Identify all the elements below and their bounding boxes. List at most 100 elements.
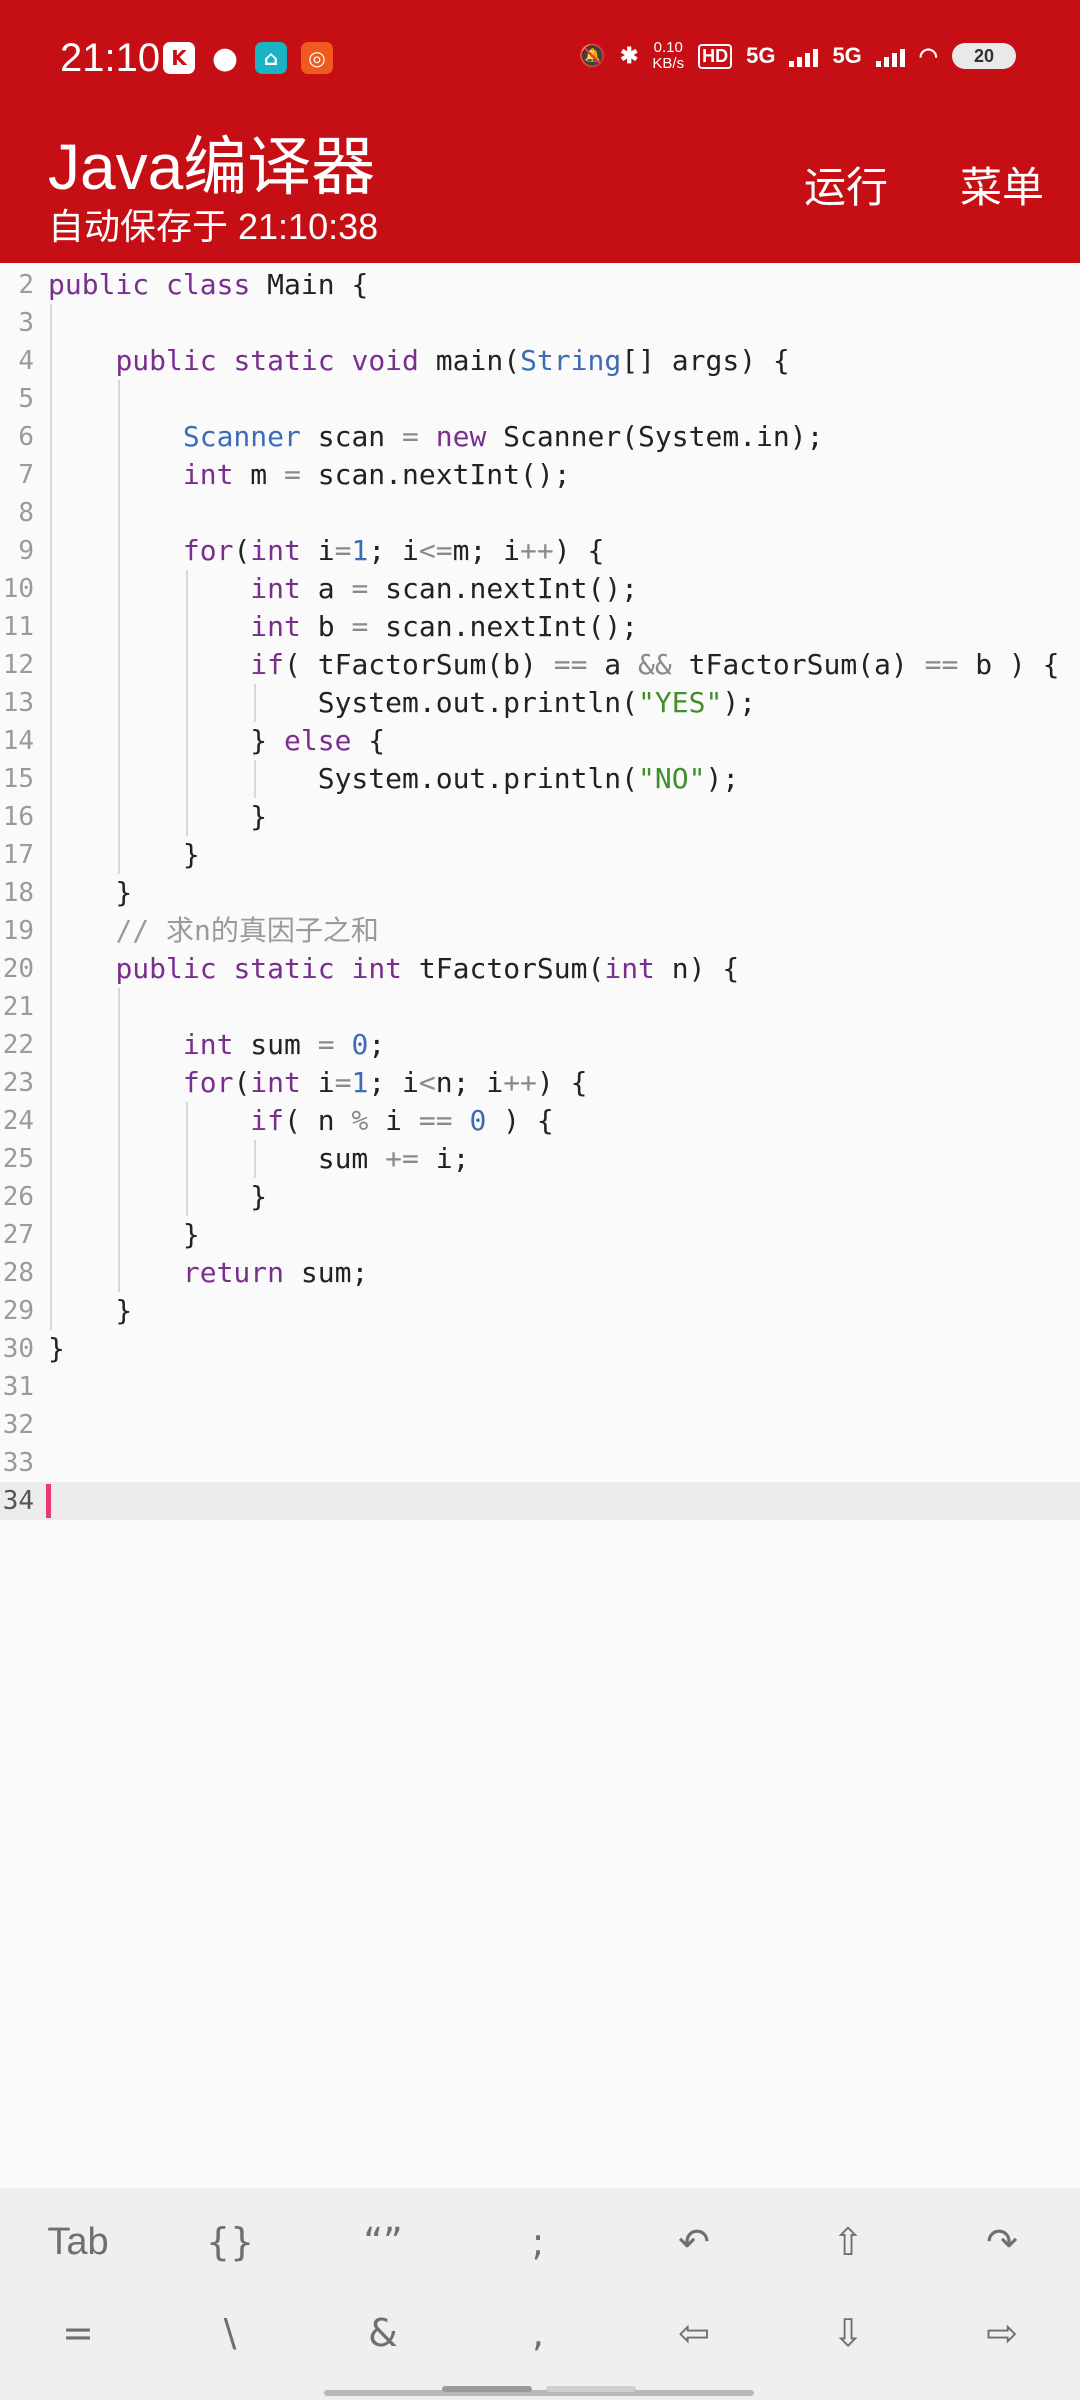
arrow-up-icon[interactable]: ⇧ — [788, 2207, 908, 2277]
semicolon-key[interactable]: ; — [478, 2207, 598, 2277]
redo-icon[interactable]: ↷ — [942, 2207, 1062, 2277]
indent-guide — [254, 760, 256, 798]
line-number: 3 — [18, 308, 34, 338]
code-line[interactable]: 34 — [0, 1482, 1080, 1520]
indent-guide — [118, 380, 120, 874]
code-text: if( tFactorSum(b) == a && tFactorSum(a) … — [250, 648, 1060, 681]
code-text: // 求n的真因子之和 — [115, 914, 379, 947]
code-line[interactable]: 16 } — [0, 798, 1080, 836]
code-line[interactable]: 11 int b = scan.nextInt(); — [0, 608, 1080, 646]
code-line[interactable]: 29 } — [0, 1292, 1080, 1330]
line-number: 2 — [18, 270, 34, 300]
code-text: int a = scan.nextInt(); — [250, 572, 639, 605]
ampersand-key[interactable]: & — [323, 2298, 443, 2368]
notification-icons: K ● ⌂ ◎ — [163, 40, 333, 76]
code-text: } else { — [48, 724, 386, 757]
code-line[interactable]: 32 — [0, 1406, 1080, 1444]
line-number: 4 — [18, 346, 34, 376]
line-number: 8 — [18, 498, 34, 528]
wechat-icon: ● — [211, 40, 239, 76]
code-text: } — [48, 1294, 133, 1327]
code-line[interactable]: 17 } — [0, 836, 1080, 874]
code-line[interactable]: 10 int a = scan.nextInt(); — [0, 570, 1080, 608]
comma-key[interactable]: , — [478, 2298, 598, 2368]
code-line[interactable]: 6 Scanner scan = new Scanner(System.in); — [0, 418, 1080, 456]
code-line[interactable]: 9 for(int i=1; i<=m; i++) { — [0, 532, 1080, 570]
app-k-icon: K — [163, 42, 195, 74]
code-line[interactable]: 15 System.out.println("NO"); — [0, 760, 1080, 798]
code-text: } — [48, 800, 268, 833]
code-line[interactable]: 5 — [0, 380, 1080, 418]
bluetooth-icon: ✱ — [619, 43, 639, 68]
code-text: for(int i=1; i<n; i++) { — [182, 1066, 588, 1099]
run-button[interactable]: 运行 — [804, 154, 888, 215]
code-line[interactable]: 28 return sum; — [0, 1254, 1080, 1292]
code-line[interactable]: 20 public static int tFactorSum(int n) { — [0, 950, 1080, 988]
mute-icon: 🔕 — [578, 43, 606, 68]
code-text: Scanner scan = new Scanner(System.in); — [182, 420, 824, 453]
code-editor[interactable]: 2 public class Main {3 4 public static voi… — [0, 263, 1080, 2188]
code-text: int sum = 0; — [182, 1028, 386, 1061]
code-line[interactable]: 33 — [0, 1444, 1080, 1482]
code-line[interactable]: 21 — [0, 988, 1080, 1026]
code-line[interactable]: 24 if( n % i == 0 ) { — [0, 1102, 1080, 1140]
line-number: 9 — [18, 536, 34, 566]
line-number: 17 — [2, 840, 34, 870]
code-text: } — [48, 838, 200, 871]
backslash-key[interactable]: \ — [170, 2298, 290, 2368]
code-line[interactable]: 13 System.out.println("YES"); — [0, 684, 1080, 722]
line-number: 11 — [2, 612, 34, 642]
code-text: public static int tFactorSum(int n) { — [115, 952, 740, 985]
line-number: 30 — [2, 1334, 34, 1364]
code-text: System.out.println("NO"); — [48, 762, 740, 795]
sim1-signal-icon — [789, 45, 819, 67]
code-line[interactable]: 3 — [0, 304, 1080, 342]
line-number: 24 — [2, 1106, 34, 1136]
app-title: Java编译器 — [48, 131, 376, 203]
code-line[interactable]: 19 // 求n的真因子之和 — [0, 912, 1080, 950]
code-line[interactable]: 31 — [0, 1368, 1080, 1406]
arrow-right-icon[interactable]: ⇨ — [942, 2298, 1062, 2368]
code-line[interactable]: 25 sum += i; — [0, 1140, 1080, 1178]
indent-guide — [50, 304, 52, 1330]
menu-button[interactable]: 菜单 — [960, 154, 1044, 215]
gesture-bar — [324, 2390, 754, 2396]
equals-key[interactable]: = — [18, 2298, 138, 2368]
line-number: 12 — [2, 650, 34, 680]
code-line[interactable]: 27 } — [0, 1216, 1080, 1254]
indent-guide — [254, 1140, 256, 1178]
code-line[interactable]: 23 for(int i=1; i<n; i++) { — [0, 1064, 1080, 1102]
indent-guide — [186, 570, 188, 836]
code-line[interactable]: 4 public static void main(String[] args)… — [0, 342, 1080, 380]
line-number: 31 — [2, 1372, 34, 1402]
code-line[interactable]: 2 public class Main { — [0, 266, 1080, 304]
code-line[interactable]: 26 } — [0, 1178, 1080, 1216]
code-text: int b = scan.nextInt(); — [250, 610, 639, 643]
undo-icon[interactable]: ↶ — [634, 2207, 754, 2277]
code-line[interactable]: 18 } — [0, 874, 1080, 912]
code-text: public static void main(String[] args) { — [115, 344, 790, 377]
line-number: 23 — [2, 1068, 34, 1098]
code-line[interactable]: 8 — [0, 494, 1080, 532]
line-number: 18 — [2, 878, 34, 908]
sim2-signal-icon — [875, 45, 905, 67]
braces-key[interactable]: {} — [170, 2207, 290, 2277]
code-text: System.out.println("YES"); — [48, 686, 757, 719]
sim1-label: 5G — [746, 43, 776, 68]
code-text: int m = scan.nextInt(); — [182, 458, 571, 491]
status-time: 21:10 — [60, 36, 161, 80]
code-line[interactable]: 7 int m = scan.nextInt(); — [0, 456, 1080, 494]
code-line[interactable]: 22 int sum = 0; — [0, 1026, 1080, 1064]
code-line[interactable]: 30} — [0, 1330, 1080, 1368]
tab-key[interactable]: Tab — [18, 2207, 138, 2277]
code-line[interactable]: 12 if( tFactorSum(b) == a && tFactorSum(… — [0, 646, 1080, 684]
line-number: 22 — [2, 1030, 34, 1060]
code-line[interactable]: 14 } else { — [0, 722, 1080, 760]
quotes-key[interactable]: “” — [323, 2207, 443, 2277]
symbol-toolbar: Tab {} “”; ↶ ⇧ ↷ = \ &, ⇦ ⇩ ⇨ — [0, 2188, 1080, 2400]
arrow-down-icon[interactable]: ⇩ — [788, 2298, 908, 2368]
text-cursor — [46, 1484, 51, 1518]
line-number: 19 — [2, 916, 34, 946]
indent-guide — [118, 988, 120, 1292]
arrow-left-icon[interactable]: ⇦ — [634, 2298, 754, 2368]
